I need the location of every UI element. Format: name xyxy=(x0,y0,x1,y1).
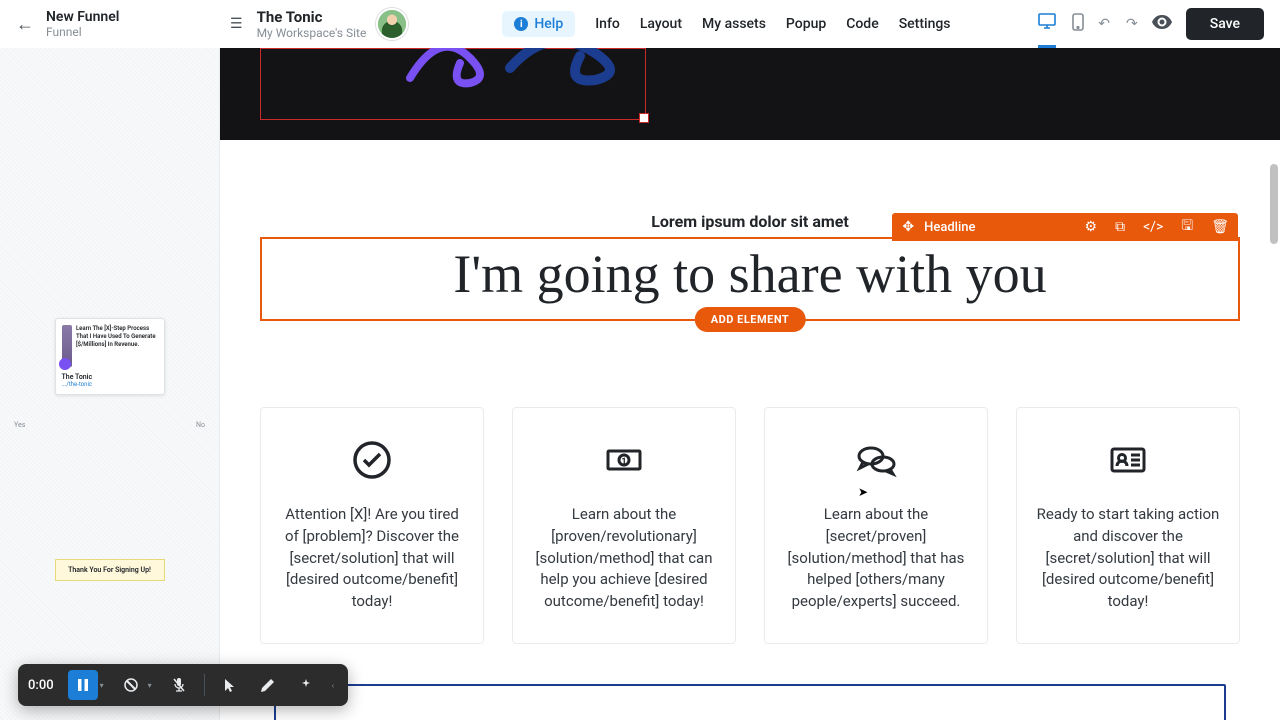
site-info: The Tonic My Workspace's Site xyxy=(257,8,367,40)
funnel-title: New Funnel xyxy=(46,9,119,25)
funnel-step-thankyou[interactable]: Thank You For Signing Up! xyxy=(55,559,165,581)
svg-text:1: 1 xyxy=(621,457,626,467)
undo-icon[interactable]: ↶ xyxy=(1098,16,1110,32)
content-section: Lorem ipsum dolor sit amet ✥ Headline ⚙ … xyxy=(220,140,1280,720)
scrollbar-thumb[interactable] xyxy=(1270,164,1278,244)
topbar: ← New Funnel Funnel ☰ The Tonic My Works… xyxy=(0,0,1280,48)
chevron-left-icon[interactable]: ‹ xyxy=(332,681,334,690)
feature-text: Attention [X]! Are you tired of [problem… xyxy=(279,504,465,613)
nav-code[interactable]: Code xyxy=(846,16,878,32)
canvas[interactable]: Lorem ipsum dolor sit amet ✥ Headline ⚙ … xyxy=(220,48,1280,720)
nav-popup[interactable]: Popup xyxy=(786,16,826,32)
check-circle-icon xyxy=(279,438,465,482)
toolbar-label: Headline xyxy=(924,220,1075,235)
squiggle-graphic xyxy=(400,48,640,98)
trash-icon[interactable]: 🗑 xyxy=(1202,215,1238,239)
comments-icon xyxy=(783,438,969,482)
saveblock-icon[interactable]: 🖫 xyxy=(1172,215,1202,239)
nav-assets[interactable]: My assets xyxy=(702,16,766,32)
add-element-button[interactable]: ADD ELEMENT xyxy=(695,307,806,332)
help-label: Help xyxy=(534,16,563,32)
feature-card-3[interactable]: Learn about the [secret/proven] [solutio… xyxy=(764,407,988,644)
save-button[interactable]: Save xyxy=(1186,8,1264,40)
mobile-icon[interactable] xyxy=(1072,13,1084,47)
info-icon: i xyxy=(514,17,528,31)
avatar[interactable] xyxy=(376,8,408,40)
feature-text: Ready to start taking action and discove… xyxy=(1035,504,1221,613)
funnel-step-card[interactable]: Learn The [X]-Step Process That I Have U… xyxy=(55,318,165,395)
topbar-left: ← New Funnel Funnel xyxy=(16,9,220,39)
nav-layout[interactable]: Layout xyxy=(640,16,682,32)
id-card-icon xyxy=(1035,438,1221,482)
element-toolbar: ✥ Headline ⚙ ⧉ </> 🖫 🗑 xyxy=(892,213,1238,241)
cursor-icon: ➤ xyxy=(858,485,868,499)
nav-settings[interactable]: Settings xyxy=(899,16,951,32)
sidebar: Learn The [X]-Step Process That I Have U… xyxy=(0,48,220,720)
desktop-icon[interactable] xyxy=(1038,13,1056,48)
card-text: Learn The [X]-Step Process That I Have U… xyxy=(76,325,158,367)
card-thumbnail xyxy=(62,325,72,367)
chevron-down-icon[interactable]: ▾ xyxy=(100,681,104,690)
money-icon: 1 xyxy=(531,438,717,482)
redo-icon[interactable]: ↷ xyxy=(1126,16,1138,32)
mic-mute-icon[interactable] xyxy=(164,670,194,700)
wand-icon[interactable] xyxy=(291,670,321,700)
separator xyxy=(204,674,205,696)
pause-icon[interactable] xyxy=(68,670,98,700)
pencil-icon[interactable] xyxy=(253,670,283,700)
copy-icon[interactable]: ⧉ xyxy=(1106,215,1134,239)
chevron-down-icon[interactable]: ▾ xyxy=(148,681,152,690)
preview-icon[interactable] xyxy=(1152,15,1172,33)
nav-right: ↶ ↷ Save xyxy=(1038,8,1264,40)
help-button[interactable]: i Help xyxy=(502,11,575,37)
hero-section[interactable] xyxy=(220,48,1280,140)
cursor-icon[interactable] xyxy=(215,670,245,700)
recorder-time: 0:00 xyxy=(28,678,54,693)
back-arrow-icon[interactable]: ← xyxy=(16,14,34,35)
feature-card-1[interactable]: Attention [X]! Are you tired of [problem… xyxy=(260,407,484,644)
scrollbar[interactable] xyxy=(1270,48,1278,248)
funnel-subtitle: Funnel xyxy=(46,25,119,39)
feature-card-4[interactable]: Ready to start taking action and discove… xyxy=(1016,407,1240,644)
history-controls: ↶ ↷ xyxy=(1098,16,1137,32)
nav-center: i Help Info Layout My assets Popup Code … xyxy=(502,11,950,37)
menu-icon[interactable]: ☰ xyxy=(230,16,243,32)
move-icon[interactable]: ✥ xyxy=(892,219,924,235)
site-title: The Tonic xyxy=(257,8,367,26)
card-site-name: The Tonic xyxy=(62,373,158,381)
funnel-info[interactable]: New Funnel Funnel xyxy=(46,9,119,39)
feature-cards-row: Attention [X]! Are you tired of [problem… xyxy=(260,407,1240,644)
card-link: .../the-tonic xyxy=(62,381,158,388)
site-subtitle: My Workspace's Site xyxy=(257,26,367,40)
feature-text: Learn about the [proven/revolutionary] [… xyxy=(531,504,717,613)
branch-yes: Yes xyxy=(14,421,25,429)
feature-card-2[interactable]: 1 Learn about the [proven/revolutionary]… xyxy=(512,407,736,644)
device-toggle xyxy=(1038,13,1084,36)
nav-info[interactable]: Info xyxy=(595,16,620,32)
gear-icon[interactable]: ⚙ xyxy=(1076,215,1107,239)
recorder-bar: 0:00 ▾ ▾ ‹ xyxy=(18,664,348,706)
next-section-outline[interactable] xyxy=(274,684,1226,720)
branch-labels: Yes No xyxy=(10,421,209,429)
branch-no: No xyxy=(196,421,205,429)
headline-text[interactable]: I'm going to share with you xyxy=(282,243,1218,305)
code-icon[interactable]: </> xyxy=(1134,215,1172,239)
stop-icon[interactable] xyxy=(116,670,146,700)
headline-element[interactable]: ✥ Headline ⚙ ⧉ </> 🖫 🗑 I'm going to shar… xyxy=(260,237,1240,321)
feature-text: Learn about the [secret/proven] [solutio… xyxy=(783,504,969,613)
